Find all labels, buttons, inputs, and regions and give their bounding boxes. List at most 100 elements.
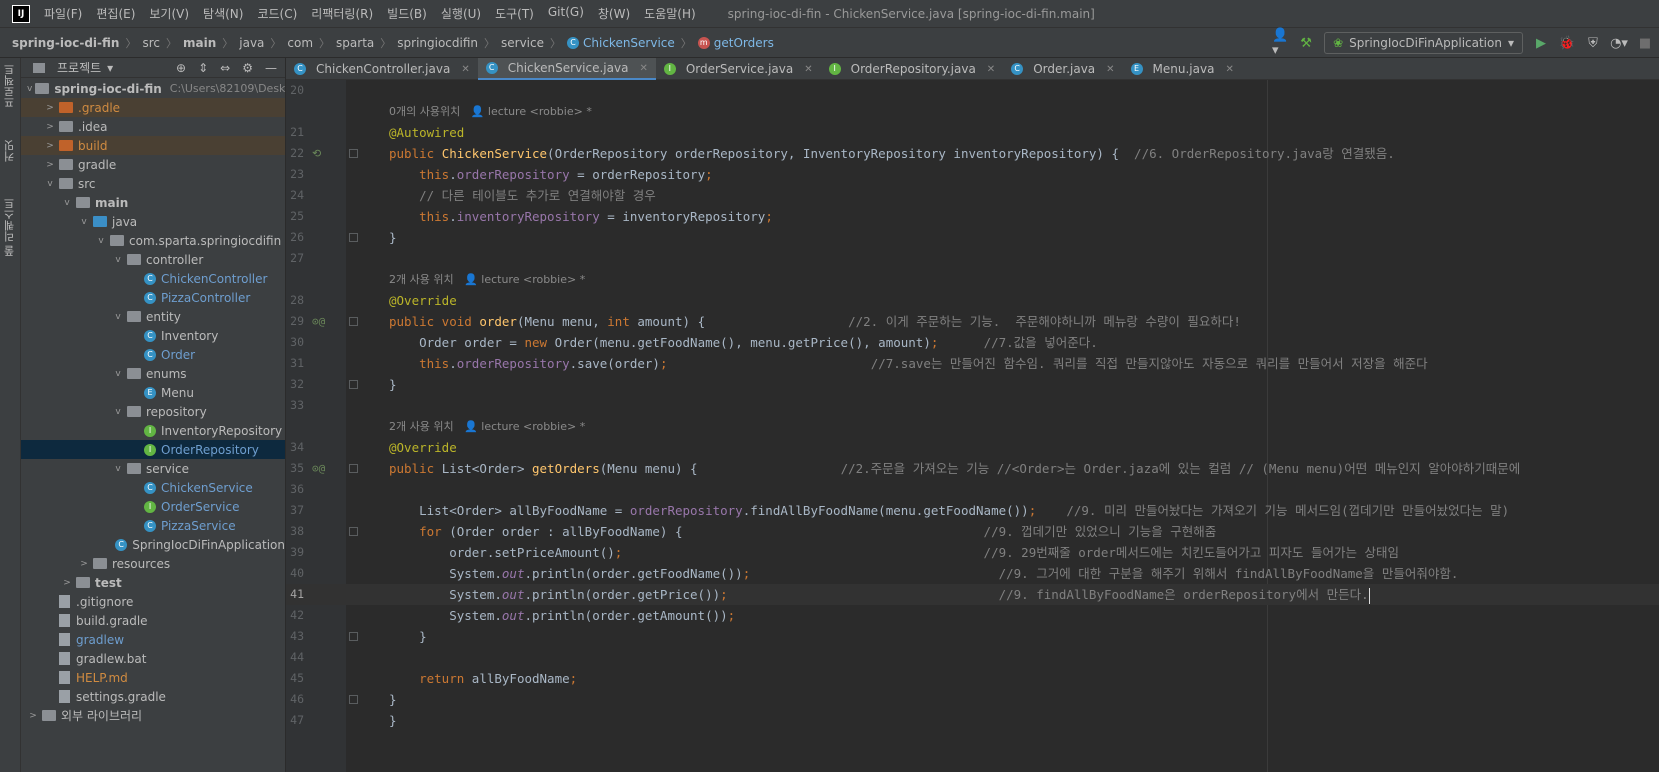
- expand-arrow-icon[interactable]: v: [112, 312, 124, 322]
- bean-icon[interactable]: ⟲: [312, 143, 321, 164]
- implements-icon[interactable]: ⊙@: [312, 311, 325, 332]
- tree-row[interactable]: v enums: [21, 364, 285, 383]
- tree-row[interactable]: v src: [21, 174, 285, 193]
- menu-item[interactable]: 탐색(N): [203, 5, 243, 22]
- editor-tab[interactable]: C ChickenController.java ✕: [286, 58, 478, 80]
- breadcrumb-item[interactable]: java: [239, 36, 264, 50]
- fold-marker-icon[interactable]: [349, 149, 358, 158]
- expand-all-icon[interactable]: ⇕: [198, 61, 208, 75]
- tree-row[interactable]: v entity: [21, 307, 285, 326]
- tool-window-pull-requests[interactable]: 풀 리퀘스트: [2, 198, 18, 257]
- tree-row[interactable]: I OrderRepository: [21, 440, 285, 459]
- expand-arrow-icon[interactable]: v: [95, 236, 107, 246]
- coverage-icon[interactable]: ⛨: [1585, 35, 1601, 51]
- project-panel-title[interactable]: 프로젝트: [57, 59, 101, 76]
- menu-item[interactable]: 리팩터링(R): [311, 5, 373, 22]
- expand-arrow-icon[interactable]: >: [78, 559, 90, 569]
- expand-arrow-icon[interactable]: >: [44, 103, 56, 113]
- tree-row[interactable]: v java: [21, 212, 285, 231]
- usage-hint[interactable]: 2개 사용 위치 👤 lecture <robbie> *: [389, 269, 585, 290]
- tool-window-project[interactable]: 프로젝트: [2, 64, 18, 108]
- close-icon[interactable]: ✕: [461, 64, 469, 75]
- expand-arrow-icon[interactable]: v: [27, 84, 32, 94]
- tree-row[interactable]: C SpringIocDiFinApplication: [21, 535, 285, 554]
- tree-row[interactable]: v repository: [21, 402, 285, 421]
- tree-row[interactable]: C Inventory: [21, 326, 285, 345]
- breadcrumb-item[interactable]: com: [287, 36, 313, 50]
- run-icon[interactable]: ▶: [1533, 35, 1549, 51]
- menu-item[interactable]: 도움말(H): [644, 5, 696, 22]
- tree-row[interactable]: gradlew: [21, 630, 285, 649]
- menu-item[interactable]: 도구(T): [495, 5, 534, 22]
- fold-marker-icon[interactable]: [349, 695, 358, 704]
- tree-row[interactable]: C PizzaService: [21, 516, 285, 535]
- menu-item[interactable]: 코드(C): [257, 5, 297, 22]
- fold-marker-icon[interactable]: [349, 464, 358, 473]
- close-icon[interactable]: ✕: [639, 63, 647, 74]
- usage-hint[interactable]: 0개의 사용위치 👤 lecture <robbie> *: [389, 101, 592, 122]
- breadcrumb-item[interactable]: m getOrders: [697, 36, 774, 50]
- tree-row[interactable]: settings.gradle: [21, 687, 285, 706]
- tree-row[interactable]: > resources: [21, 554, 285, 573]
- hide-icon[interactable]: —: [265, 61, 277, 75]
- breadcrumb-item[interactable]: sparta: [336, 36, 374, 50]
- implements-icon[interactable]: ⊙@: [312, 458, 325, 479]
- expand-arrow-icon[interactable]: >: [44, 160, 56, 170]
- tree-row[interactable]: v controller: [21, 250, 285, 269]
- expand-arrow-icon[interactable]: v: [112, 407, 124, 417]
- breadcrumb-item[interactable]: service: [501, 36, 544, 50]
- menu-item[interactable]: 보기(V): [149, 5, 189, 22]
- tree-row[interactable]: I OrderService: [21, 497, 285, 516]
- tree-row[interactable]: .gitignore: [21, 592, 285, 611]
- tree-row[interactable]: > build: [21, 136, 285, 155]
- tree-row[interactable]: build.gradle: [21, 611, 285, 630]
- close-icon[interactable]: ✕: [1106, 64, 1114, 75]
- expand-arrow-icon[interactable]: >: [27, 711, 39, 721]
- tree-row[interactable]: > gradle: [21, 155, 285, 174]
- tree-row[interactable]: > .idea: [21, 117, 285, 136]
- usage-hint[interactable]: 2개 사용 위치 👤 lecture <robbie> *: [389, 416, 585, 437]
- tree-row[interactable]: HELP.md: [21, 668, 285, 687]
- expand-arrow-icon[interactable]: v: [61, 198, 73, 208]
- expand-arrow-icon[interactable]: v: [44, 179, 56, 189]
- close-icon[interactable]: ✕: [1225, 64, 1233, 75]
- code-editor[interactable]: 20 0개의 사용위치 👤 lecture <robbie> * 21 @Autowi…: [286, 80, 1659, 772]
- fold-marker-icon[interactable]: [349, 233, 358, 242]
- run-configuration-select[interactable]: ❀ SpringIocDiFinApplication ▾: [1324, 32, 1523, 54]
- close-icon[interactable]: ✕: [987, 64, 995, 75]
- tree-row[interactable]: E Menu: [21, 383, 285, 402]
- tool-window-commit[interactable]: 커밋: [2, 140, 18, 162]
- fold-marker-icon[interactable]: [349, 380, 358, 389]
- menu-item[interactable]: 편집(E): [96, 5, 135, 22]
- editor-tab[interactable]: I OrderRepository.java ✕: [821, 58, 1004, 80]
- tree-row[interactable]: C ChickenService: [21, 478, 285, 497]
- build-hammer-icon[interactable]: ⚒: [1298, 35, 1314, 51]
- tree-row[interactable]: C PizzaController: [21, 288, 285, 307]
- debug-icon[interactable]: 🐞: [1559, 35, 1575, 51]
- expand-arrow-icon[interactable]: v: [112, 255, 124, 265]
- tree-row[interactable]: > test: [21, 573, 285, 592]
- tree-row[interactable]: C Order: [21, 345, 285, 364]
- tree-root-row[interactable]: v spring-ioc-di-fin C:\Users\82109\Deskt…: [21, 79, 285, 98]
- tree-row[interactable]: gradlew.bat: [21, 649, 285, 668]
- breadcrumb-item[interactable]: main: [183, 36, 216, 50]
- tree-row[interactable]: v com.sparta.springiocdifin: [21, 231, 285, 250]
- expand-arrow-icon[interactable]: v: [112, 369, 124, 379]
- expand-arrow-icon[interactable]: >: [61, 578, 73, 588]
- editor-tab[interactable]: E Menu.java ✕: [1123, 58, 1242, 80]
- tree-row[interactable]: v service: [21, 459, 285, 478]
- editor-tab[interactable]: I OrderService.java ✕: [656, 58, 821, 80]
- breadcrumb-item[interactable]: src: [142, 36, 160, 50]
- tree-row[interactable]: v main: [21, 193, 285, 212]
- editor-tab[interactable]: C Order.java ✕: [1003, 58, 1122, 80]
- locate-icon[interactable]: ⊕: [176, 61, 186, 75]
- profile-icon[interactable]: ◔▾: [1610, 35, 1628, 51]
- editor-tab[interactable]: C ChickenService.java ✕: [477, 58, 656, 80]
- expand-arrow-icon[interactable]: v: [78, 217, 90, 227]
- menu-item[interactable]: 파일(F): [44, 5, 82, 22]
- breadcrumb-item[interactable]: C ChickenService: [567, 36, 675, 50]
- tree-row[interactable]: I InventoryRepository: [21, 421, 285, 440]
- breadcrumb-item[interactable]: springiocdifin: [397, 36, 478, 50]
- breadcrumb-item[interactable]: spring-ioc-di-fin: [12, 36, 119, 50]
- menu-item[interactable]: 빌드(B): [387, 5, 427, 22]
